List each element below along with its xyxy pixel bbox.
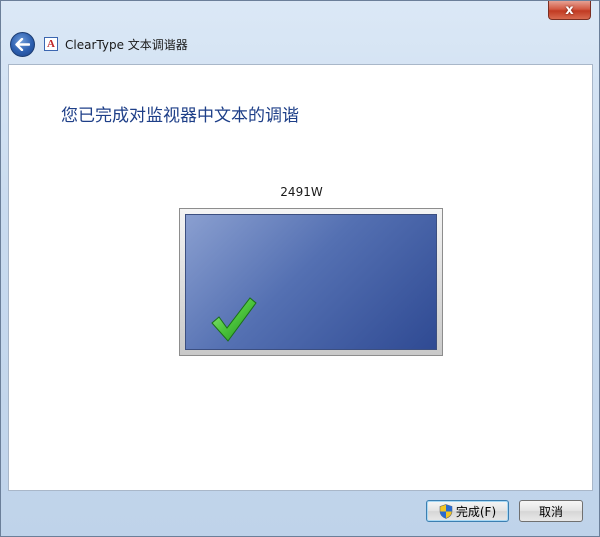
- monitor-screen: [185, 214, 437, 350]
- checkmark-icon: [211, 297, 257, 342]
- finish-button[interactable]: 完成(F): [426, 500, 509, 522]
- uac-shield-icon: [439, 503, 453, 519]
- button-bar: 完成(F) 取消: [8, 491, 593, 531]
- back-arrow-icon: [15, 38, 30, 51]
- monitor-graphic: [179, 208, 443, 356]
- window-title: ClearType 文本调谐器: [65, 38, 188, 52]
- finish-button-label: 完成(F): [455, 504, 497, 519]
- page-heading: 您已完成对监视器中文本的调谐: [61, 106, 299, 126]
- dialog-window: x A ClearType 文本调谐器 您已完成对监视器中文本的调谐 2491W: [0, 0, 600, 537]
- monitor-name: 2491W: [280, 185, 323, 199]
- back-button[interactable]: [10, 32, 35, 57]
- close-icon: x: [565, 2, 574, 18]
- cleartype-app-icon: A: [44, 37, 58, 51]
- content-panel: 您已完成对监视器中文本的调谐 2491W: [8, 64, 593, 491]
- cancel-button[interactable]: 取消: [519, 500, 583, 522]
- close-button[interactable]: x: [548, 1, 591, 20]
- cancel-button-label: 取消: [538, 504, 563, 519]
